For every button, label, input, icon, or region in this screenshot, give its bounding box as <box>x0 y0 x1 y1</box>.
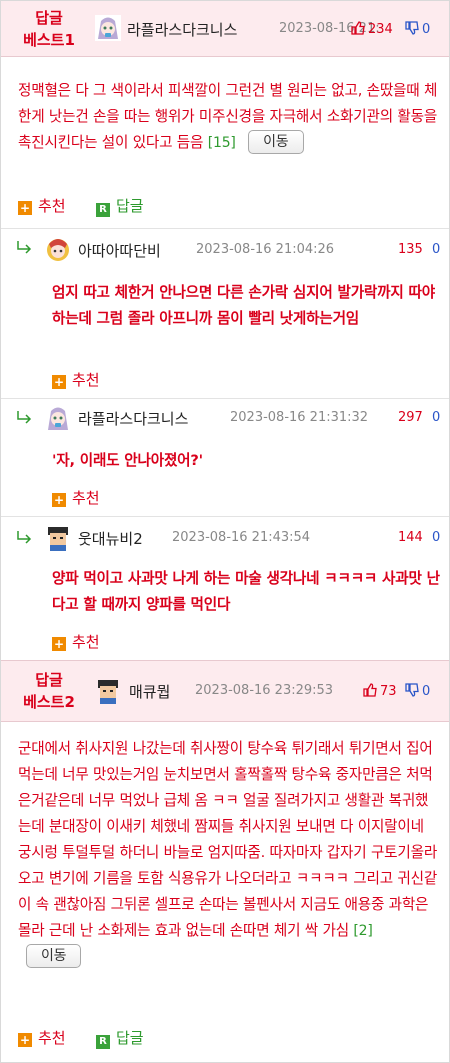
thumbs-down-icon <box>405 683 419 697</box>
reply2-text: '자, 이래도 안나아졌어?' <box>52 452 203 469</box>
recommend-button[interactable]: + 추천 <box>52 632 100 652</box>
best2-reply-count: [2] <box>353 923 373 939</box>
move-button[interactable]: 이동 <box>248 130 304 154</box>
reply3-nickname[interactable]: 웃대뉴비2 <box>78 528 143 549</box>
reply-r-icon: R <box>96 1035 110 1049</box>
plus-icon: + <box>52 375 66 389</box>
best1-body: 정맥혈은 다 그 색이라서 피색깔이 그런건 별 원리는 없고, 손땄을때 체한… <box>18 78 438 156</box>
divider <box>1 516 449 517</box>
reply-arrow-icon <box>17 411 32 424</box>
reply3-score: 144 <box>398 530 423 545</box>
plus-icon: + <box>18 1033 32 1047</box>
best2-label: 답글 베스트2 <box>23 671 75 711</box>
thumbs-up-icon <box>363 683 377 697</box>
best2-header: 답글 베스트2 매큐뭡 2023-08-16 23:29:53 73 0 <box>1 660 449 722</box>
move-button[interactable]: 이동 <box>26 944 82 968</box>
best1-label: 답글 베스트1 <box>23 9 75 49</box>
best2-upvote[interactable]: 73 <box>363 683 397 699</box>
recommend-button[interactable]: + 추천 <box>52 488 100 508</box>
plus-icon: + <box>18 201 32 215</box>
avatar[interactable] <box>45 524 71 552</box>
reply2-score-down-marker: 0 <box>432 410 441 425</box>
reply2-body: '자, 이래도 안나아졌어?' <box>52 448 442 474</box>
reply1-score-down-marker: 0 <box>432 242 441 257</box>
best2-downvote[interactable]: 0 <box>405 683 430 699</box>
best1-downvote[interactable]: 0 <box>405 21 430 37</box>
best2-body: 군대에서 취사지원 나갔는데 취사짱이 탕수육 튀기래서 튀기면서 집어먹는데 … <box>18 736 438 970</box>
reply-arrow-icon <box>17 531 32 544</box>
reply3-text: 양파 먹이고 사과맛 나게 하는 마술 생각나네 ㅋㅋㅋㅋ 사과맛 난다고 할 … <box>52 570 440 613</box>
recommend-button[interactable]: + 추천 <box>52 370 100 390</box>
avatar[interactable] <box>45 236 71 264</box>
best2-date: 2023-08-16 23:29:53 <box>195 683 334 698</box>
reply3-body: 양파 먹이고 사과맛 나게 하는 마술 생각나네 ㅋㅋㅋㅋ 사과맛 난다고 할 … <box>52 566 442 618</box>
avatar[interactable] <box>45 404 71 432</box>
reply1-text: 엄지 따고 체한거 안나으면 다른 손가락 심지어 발가락까지 따야하는데 그럼… <box>52 284 435 327</box>
reply1-body: 엄지 따고 체한거 안나으면 다른 손가락 심지어 발가락까지 따야하는데 그럼… <box>52 280 442 332</box>
divider <box>1 398 449 399</box>
thumbs-up-icon <box>351 21 365 35</box>
avatar[interactable] <box>95 15 121 41</box>
best1-nickname[interactable]: 라플라스다크니스 <box>127 19 237 40</box>
reply2-date: 2023-08-16 21:31:32 <box>230 410 369 425</box>
reply2-score: 297 <box>398 410 423 425</box>
reply1-date: 2023-08-16 21:04:26 <box>196 242 335 257</box>
reply-r-icon: R <box>96 203 110 217</box>
recommend-button[interactable]: + 추천 <box>18 196 66 216</box>
best2-text: 군대에서 취사지원 나갔는데 취사짱이 탕수육 튀기래서 튀기면서 집어먹는데 … <box>18 740 438 939</box>
reply-button[interactable]: R 답글 <box>96 1028 144 1049</box>
best1-upvote[interactable]: 234 <box>351 21 393 37</box>
best2-nickname[interactable]: 매큐뭡 <box>129 681 170 702</box>
reply-arrow-icon <box>17 241 32 254</box>
divider <box>1 228 449 229</box>
thumbs-down-icon <box>405 21 419 35</box>
plus-icon: + <box>52 637 66 651</box>
plus-icon: + <box>52 493 66 507</box>
reply3-score-down-marker: 0 <box>432 530 441 545</box>
best1-header: 답글 베스트1 라플라스다크니스 2023-08-16 21: 234 0 <box>1 1 449 57</box>
best1-reply-count: [15] <box>207 135 236 151</box>
reply1-nickname[interactable]: 아따아따단비 <box>78 240 161 261</box>
reply-button[interactable]: R 답글 <box>96 196 144 217</box>
reply1-score: 135 <box>398 242 423 257</box>
recommend-button[interactable]: + 추천 <box>18 1028 66 1048</box>
reply2-nickname[interactable]: 라플라스다크니스 <box>78 408 188 429</box>
avatar[interactable] <box>95 677 121 705</box>
reply3-date: 2023-08-16 21:43:54 <box>172 530 311 545</box>
